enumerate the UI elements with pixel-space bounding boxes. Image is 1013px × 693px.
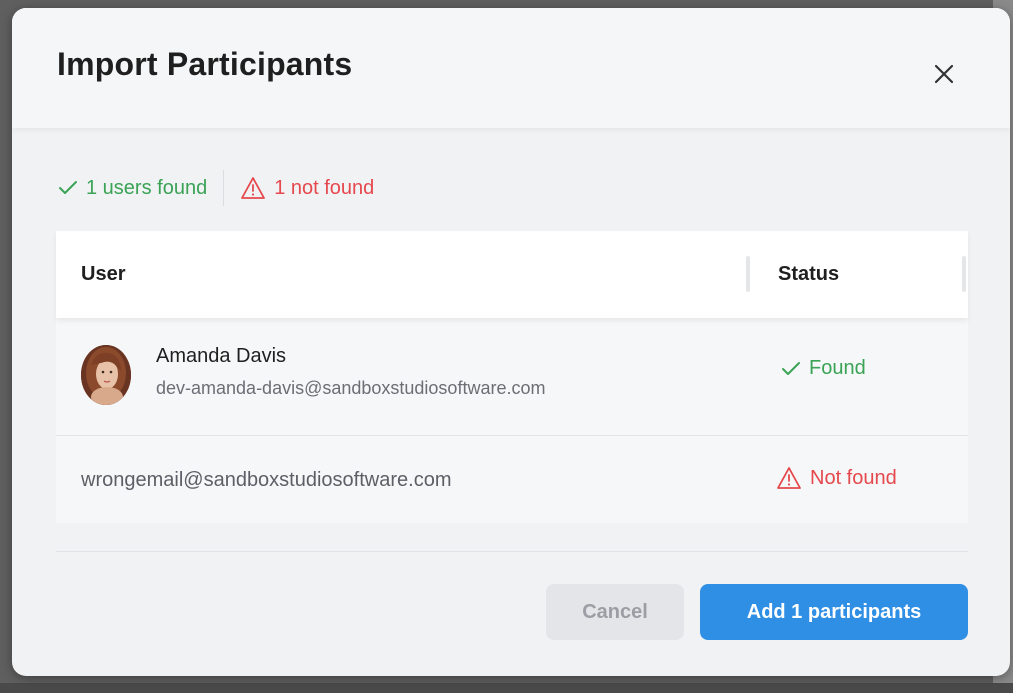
warning-triangle-icon xyxy=(777,467,801,489)
column-resize-handle[interactable] xyxy=(962,256,966,292)
user-name: Amanda Davis xyxy=(156,345,287,367)
column-header-user[interactable]: User xyxy=(81,263,125,286)
avatar xyxy=(81,345,131,405)
modal-header: Import Participants xyxy=(12,8,1010,128)
not-found-summary: 1 not found xyxy=(240,176,374,200)
status-not-found: Not found xyxy=(776,466,897,490)
footer-divider xyxy=(56,551,968,552)
users-found-summary: 1 users found xyxy=(58,177,207,200)
backdrop-bottom xyxy=(0,683,1013,693)
close-button[interactable] xyxy=(930,60,958,88)
add-participants-button[interactable]: Add 1 participants xyxy=(700,584,968,640)
summary-divider xyxy=(223,170,225,206)
table-row: wrongemail@sandboxstudiosoftware.com Not… xyxy=(56,436,968,523)
check-icon xyxy=(59,181,77,194)
table-row: Amanda Davis dev-amanda-davis@sandboxstu… xyxy=(56,318,968,436)
modal-title: Import Participants xyxy=(57,46,353,82)
warning-triangle-icon xyxy=(241,177,266,199)
import-participants-modal: Import Participants 1 users found 1 not … xyxy=(12,8,1010,676)
not-found-text: 1 not found xyxy=(274,176,375,199)
users-found-text: 1 users found xyxy=(86,176,208,199)
close-icon xyxy=(934,64,954,84)
user-email: dev-amanda-davis@sandboxstudiosoftware.c… xyxy=(156,378,546,398)
cancel-button[interactable]: Cancel xyxy=(546,584,684,640)
column-resize-handle[interactable] xyxy=(746,256,750,292)
user-email: wrongemail@sandboxstudiosoftware.com xyxy=(81,469,452,491)
table-header: User Status xyxy=(56,231,968,318)
status-label: Found xyxy=(809,357,866,379)
status-label: Not found xyxy=(810,466,897,489)
participants-table: User Status Amanda Davis dev-amanda-davi… xyxy=(56,231,968,523)
import-summary: 1 users found 1 not found xyxy=(58,170,374,206)
column-header-status[interactable]: Status xyxy=(778,263,839,286)
status-found: Found xyxy=(781,357,866,380)
check-icon xyxy=(782,361,800,375)
